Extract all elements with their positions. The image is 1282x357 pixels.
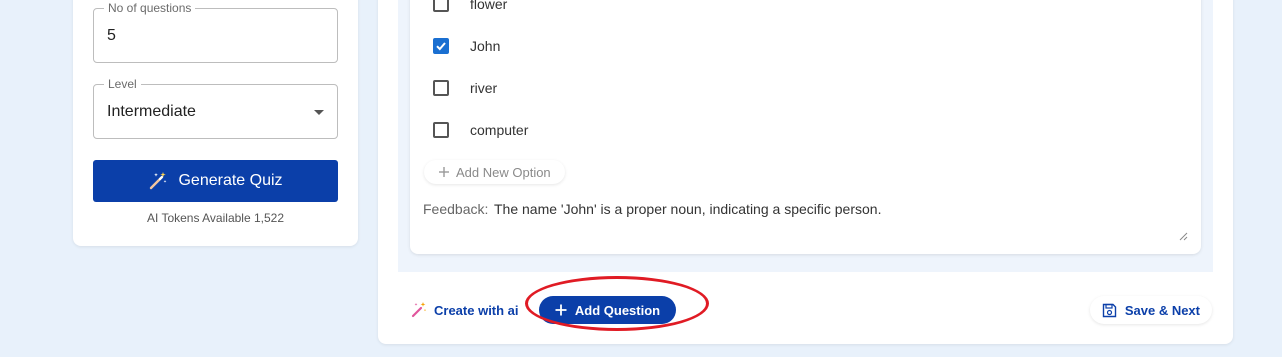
save-and-next-label: Save & Next bbox=[1124, 302, 1200, 318]
add-new-option-button[interactable]: Add New Option bbox=[424, 160, 565, 184]
question-area: flower John river computer Add New Optio… bbox=[398, 0, 1213, 272]
option-label: river bbox=[470, 80, 498, 96]
magic-wand-icon bbox=[150, 172, 167, 190]
save-and-next-button[interactable]: Save & Next bbox=[1089, 296, 1212, 324]
questions-count-value[interactable]: 5 bbox=[107, 27, 116, 45]
create-with-ai-button[interactable]: Create with ai bbox=[400, 296, 529, 324]
option-row[interactable]: flower bbox=[433, 0, 507, 15]
level-select[interactable]: Level Intermediate bbox=[93, 77, 338, 139]
option-row[interactable]: river bbox=[433, 77, 497, 99]
option-row[interactable]: John bbox=[433, 35, 500, 57]
question-editor-card: flower John river computer Add New Optio… bbox=[378, 0, 1233, 344]
questions-count-field[interactable]: No of questions 5 bbox=[93, 1, 338, 63]
level-label: Level bbox=[104, 77, 141, 91]
magic-wand-icon bbox=[411, 302, 427, 318]
add-new-option-label: Add New Option bbox=[456, 164, 551, 180]
plus-icon bbox=[555, 304, 567, 316]
questions-count-label: No of questions bbox=[104, 1, 196, 15]
feedback-textarea[interactable]: The name 'John' is a proper noun, indica… bbox=[494, 201, 881, 217]
add-question-button[interactable]: Add Question bbox=[539, 296, 676, 324]
caret-down-icon[interactable] bbox=[314, 110, 324, 115]
create-with-ai-label: Create with ai bbox=[434, 302, 519, 318]
option-label: computer bbox=[470, 122, 529, 138]
check-icon bbox=[436, 42, 446, 51]
option-label: flower bbox=[470, 0, 508, 12]
level-value[interactable]: Intermediate bbox=[107, 103, 196, 121]
feedback-label: Feedback: bbox=[423, 201, 489, 217]
checkbox[interactable] bbox=[433, 122, 449, 138]
checkbox-checked[interactable] bbox=[433, 38, 449, 54]
option-row[interactable]: computer bbox=[433, 119, 528, 141]
resize-grip-icon[interactable] bbox=[1178, 231, 1188, 241]
checkbox[interactable] bbox=[433, 0, 449, 12]
option-label: John bbox=[470, 38, 501, 54]
save-icon bbox=[1102, 303, 1117, 317]
add-question-label: Add Question bbox=[574, 302, 661, 318]
plus-icon bbox=[439, 167, 449, 177]
generate-quiz-label: Generate Quiz bbox=[178, 172, 283, 189]
ai-tokens-text: AI Tokens Available 1,522 bbox=[147, 211, 284, 225]
quiz-settings-card: No of questions 5 Level Intermediate Gen… bbox=[73, 0, 358, 246]
question-card: flower John river computer Add New Optio… bbox=[410, 0, 1201, 254]
generate-quiz-button[interactable]: Generate Quiz bbox=[93, 160, 338, 202]
checkbox[interactable] bbox=[433, 80, 449, 96]
